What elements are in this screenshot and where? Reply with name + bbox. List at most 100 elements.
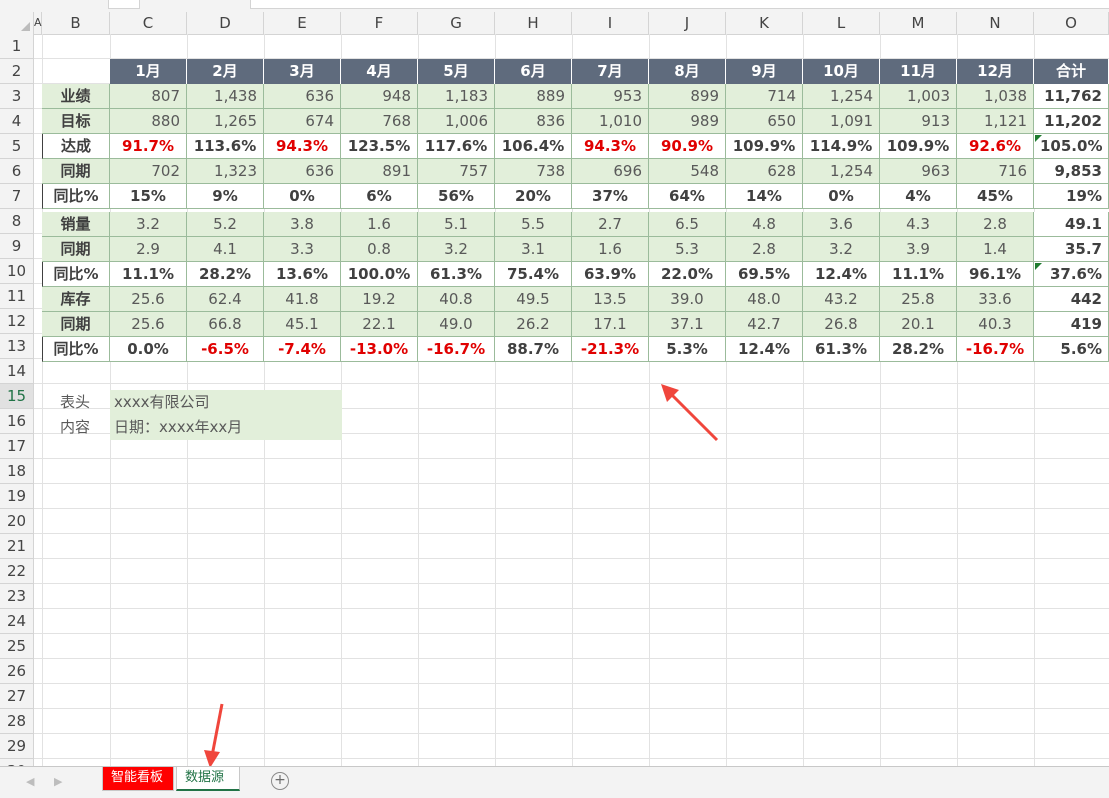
row-header-4[interactable]: 4	[0, 109, 33, 134]
tab-data-source[interactable]: 数据源	[176, 767, 240, 791]
table-cell[interactable]: 738	[495, 159, 572, 184]
table-cell[interactable]: 114.9%	[803, 134, 880, 159]
table-cell[interactable]: 3.2	[110, 212, 187, 237]
table-cell[interactable]: 92.6%	[957, 134, 1034, 159]
column-header-g[interactable]: G	[418, 12, 495, 34]
table-cell[interactable]: 117.6%	[418, 134, 495, 159]
table-cell[interactable]: 20%	[495, 184, 572, 209]
table-cell[interactable]: 716	[957, 159, 1034, 184]
table-cell[interactable]: 42.7	[726, 312, 803, 337]
table-cell[interactable]: 3.1	[495, 237, 572, 262]
table-cell[interactable]: 948	[341, 84, 418, 109]
row-header-14[interactable]: 14	[0, 359, 33, 384]
column-header-n[interactable]: N	[957, 12, 1034, 34]
table-cell[interactable]: 0.0%	[110, 337, 187, 362]
table-cell[interactable]: 90.9%	[649, 134, 726, 159]
table-cell[interactable]: 106.4%	[495, 134, 572, 159]
table-cell[interactable]: 13.6%	[264, 262, 341, 287]
table-cell[interactable]: 899	[649, 84, 726, 109]
table-cell[interactable]: 4.1	[187, 237, 264, 262]
table-cell[interactable]: 28.2%	[187, 262, 264, 287]
next-sheet-icon[interactable]: ▶	[54, 775, 62, 788]
table-cell[interactable]: 37%	[572, 184, 649, 209]
total-cell[interactable]: 49.1	[1034, 212, 1109, 237]
table-cell[interactable]: 61.3%	[418, 262, 495, 287]
table-cell[interactable]: 1,265	[187, 109, 264, 134]
row-header-11[interactable]: 11	[0, 284, 33, 309]
row-header-23[interactable]: 23	[0, 584, 33, 609]
row-header-25[interactable]: 25	[0, 634, 33, 659]
add-sheet-icon[interactable]: +	[271, 772, 289, 790]
row-header-17[interactable]: 17	[0, 434, 33, 459]
table-cell[interactable]: 953	[572, 84, 649, 109]
table-cell[interactable]: 2.8	[726, 237, 803, 262]
column-header-b[interactable]: B	[42, 12, 110, 34]
info-value-company[interactable]: xxxx有限公司	[110, 390, 342, 415]
table-cell[interactable]: 768	[341, 109, 418, 134]
total-cell[interactable]: 19%	[1034, 184, 1109, 209]
table-cell[interactable]: 3.8	[264, 212, 341, 237]
row-header-22[interactable]: 22	[0, 559, 33, 584]
table-cell[interactable]: 1,010	[572, 109, 649, 134]
table-cell[interactable]: 40.8	[418, 287, 495, 312]
column-header-m[interactable]: M	[880, 12, 957, 34]
row-header-5[interactable]: 5	[0, 134, 33, 159]
info-value-date[interactable]: 日期：xxxx年xx月	[110, 415, 342, 440]
table-cell[interactable]: 4.3	[880, 212, 957, 237]
row-header-24[interactable]: 24	[0, 609, 33, 634]
table-cell[interactable]: 22.1	[341, 312, 418, 337]
table-cell[interactable]: 807	[110, 84, 187, 109]
table-cell[interactable]: 49.5	[495, 287, 572, 312]
row-header-13[interactable]: 13	[0, 334, 33, 359]
table-cell[interactable]: 5.3	[649, 237, 726, 262]
table-cell[interactable]: 49.0	[418, 312, 495, 337]
table-cell[interactable]: 548	[649, 159, 726, 184]
table-cell[interactable]: 109.9%	[880, 134, 957, 159]
table-cell[interactable]: 650	[726, 109, 803, 134]
table-cell[interactable]: 3.3	[264, 237, 341, 262]
table-cell[interactable]: -7.4%	[264, 337, 341, 362]
row-header-29[interactable]: 29	[0, 734, 33, 759]
row-header-3[interactable]: 3	[0, 84, 33, 109]
table-cell[interactable]: 5.5	[495, 212, 572, 237]
table-cell[interactable]: 11.1%	[880, 262, 957, 287]
row-header-28[interactable]: 28	[0, 709, 33, 734]
table-cell[interactable]: 33.6	[957, 287, 1034, 312]
row-header-6[interactable]: 6	[0, 159, 33, 184]
total-cell[interactable]: 105.0%	[1034, 134, 1109, 159]
table-cell[interactable]: 891	[341, 159, 418, 184]
row-header-2[interactable]: 2	[0, 59, 33, 84]
table-cell[interactable]: 88.7%	[495, 337, 572, 362]
table-cell[interactable]: 913	[880, 109, 957, 134]
table-cell[interactable]: 62.4	[187, 287, 264, 312]
table-cell[interactable]: 25.6	[110, 287, 187, 312]
table-cell[interactable]: 64%	[649, 184, 726, 209]
table-cell[interactable]: -13.0%	[341, 337, 418, 362]
table-cell[interactable]: 1,091	[803, 109, 880, 134]
row-header-21[interactable]: 21	[0, 534, 33, 559]
table-cell[interactable]: 1.6	[572, 237, 649, 262]
table-cell[interactable]: 0%	[264, 184, 341, 209]
table-cell[interactable]: 0%	[803, 184, 880, 209]
table-cell[interactable]: 880	[110, 109, 187, 134]
column-header-e[interactable]: E	[264, 12, 341, 34]
total-cell[interactable]: 442	[1034, 287, 1109, 312]
table-cell[interactable]: 2.8	[957, 212, 1034, 237]
table-cell[interactable]: -21.3%	[572, 337, 649, 362]
row-header-20[interactable]: 20	[0, 509, 33, 534]
table-cell[interactable]: 5.3%	[649, 337, 726, 362]
total-cell[interactable]: 5.6%	[1034, 337, 1109, 362]
table-cell[interactable]: 14%	[726, 184, 803, 209]
table-cell[interactable]: 61.3%	[803, 337, 880, 362]
table-cell[interactable]: 94.3%	[572, 134, 649, 159]
table-cell[interactable]: 15%	[110, 184, 187, 209]
table-cell[interactable]: 5.2	[187, 212, 264, 237]
table-cell[interactable]: 19.2	[341, 287, 418, 312]
table-cell[interactable]: 1,254	[803, 84, 880, 109]
table-cell[interactable]: 3.9	[880, 237, 957, 262]
row-header-8[interactable]: 8	[0, 209, 33, 234]
total-cell[interactable]: 419	[1034, 312, 1109, 337]
table-cell[interactable]: 40.3	[957, 312, 1034, 337]
table-cell[interactable]: 0.8	[341, 237, 418, 262]
table-cell[interactable]: 12.4%	[803, 262, 880, 287]
